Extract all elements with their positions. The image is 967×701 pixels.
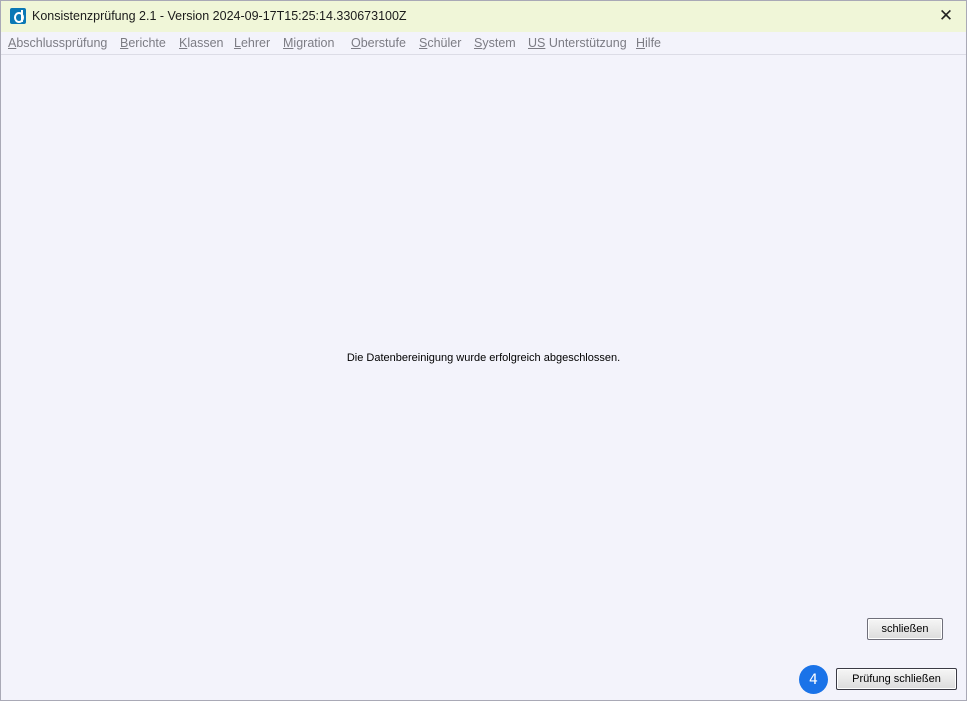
menu-bar: Abschlussprüfung Berichte Klassen Lehrer… [1,32,966,55]
close-icon: ✕ [938,6,954,25]
step-number-badge: 4 [799,665,828,694]
close-window-button[interactable]: ✕ [928,2,964,30]
menu-lehrer[interactable]: Lehrer [234,36,270,50]
menu-us-unterstuetzung[interactable]: US Unterstützung [528,36,627,50]
menu-migration[interactable]: Migration [283,36,334,50]
dialog-window: Konsistenzprüfung 2.1 - Version 2024-09-… [0,0,967,701]
close-button[interactable]: schließen [867,618,943,640]
menu-berichte[interactable]: Berichte [120,36,166,50]
menu-oberstufe[interactable]: Oberstufe [351,36,406,50]
close-check-button[interactable]: Prüfung schließen [836,668,957,690]
status-message: Die Datenbereinigung wurde erfolgreich a… [346,352,621,364]
title-bar[interactable]: Konsistenzprüfung 2.1 - Version 2024-09-… [1,1,966,32]
menu-hilfe[interactable]: Hilfe [636,36,661,50]
app-logo-icon [10,8,26,24]
menu-abschlusspruefung[interactable]: Abschlussprüfung [8,36,107,50]
menu-system[interactable]: System [474,36,516,50]
menu-klassen[interactable]: Klassen [179,36,223,50]
menu-schueler[interactable]: Schüler [419,36,461,50]
window-title: Konsistenzprüfung 2.1 - Version 2024-09-… [32,9,407,23]
